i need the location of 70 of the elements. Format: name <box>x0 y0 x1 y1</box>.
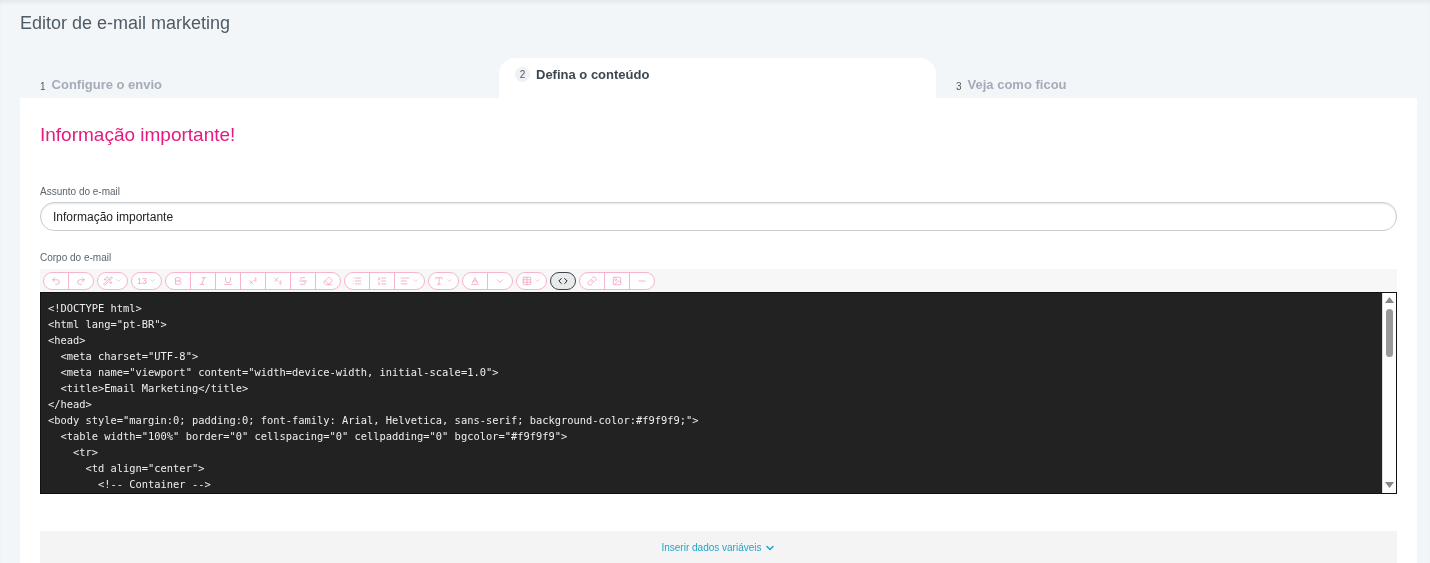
step-number: 2 <box>515 67 530 82</box>
bold-icon <box>173 275 183 286</box>
caret-icon <box>534 277 541 284</box>
undo-icon <box>51 275 61 286</box>
step-tab[interactable]: 3 Veja como ficou <box>936 58 1417 92</box>
redo-icon <box>76 275 86 286</box>
superscript-icon <box>248 275 258 286</box>
image-icon <box>612 275 622 286</box>
step-label: Defina o conteúdo <box>536 67 650 82</box>
dropdown-button[interactable] <box>487 271 513 290</box>
step-label: Veja como ficou <box>967 77 1067 92</box>
code-editor[interactable] <box>40 292 1397 494</box>
step-tab[interactable]: 1 Configure o envio <box>20 58 499 92</box>
numbers-icon <box>377 275 387 286</box>
undo-button[interactable] <box>43 271 69 290</box>
bullets-icon <box>352 275 362 286</box>
rule-button[interactable] <box>629 271 655 290</box>
table-icon <box>522 275 532 286</box>
field-label: Corpo do e-mail <box>40 252 113 263</box>
caret-icon <box>115 277 122 284</box>
redo-button[interactable] <box>68 271 94 290</box>
field-label: Assunto do e-mail <box>40 186 122 197</box>
color-button[interactable] <box>462 271 488 290</box>
heading-button[interactable] <box>428 271 459 290</box>
code-line: <td align="center"> <box>84 461 206 476</box>
image-button[interactable] <box>604 271 630 290</box>
code-line: <head> <box>48 333 87 348</box>
caret-icon <box>446 277 453 284</box>
code-line: <table width="100%" border="0" cellspacing="0" cellpadding="0" bgcolor="#f9f9f9"> <box>59 429 569 444</box>
link-icon <box>587 275 597 286</box>
bullets-button[interactable] <box>344 271 370 290</box>
message-heading: Informação importante! <box>40 124 237 146</box>
style-button[interactable] <box>97 271 128 290</box>
underline-button[interactable] <box>215 271 241 290</box>
color-icon <box>470 275 480 286</box>
code-line: <title>Email Marketing</title> <box>59 381 250 396</box>
step-number: 3 <box>956 81 962 92</box>
code-line: <!-- Container --> <box>97 477 212 492</box>
italic-icon <box>198 275 208 286</box>
numbers-button[interactable] <box>369 271 395 290</box>
style-icon <box>103 275 113 286</box>
superscript-button[interactable] <box>240 271 266 290</box>
subscript-button[interactable] <box>265 271 291 290</box>
subscript-icon <box>273 275 283 286</box>
caret-icon <box>412 277 419 284</box>
code-line: </head> <box>48 397 93 412</box>
caret-icon <box>149 277 156 284</box>
step-tab[interactable]: 2 Defina o conteúdo <box>499 58 936 98</box>
code-line: <tr> <box>72 445 100 460</box>
bold-button[interactable] <box>165 271 191 290</box>
align-button[interactable] <box>394 271 425 290</box>
code-icon <box>558 275 568 286</box>
eraser-icon <box>323 275 333 286</box>
code-button[interactable] <box>550 271 576 290</box>
code-line: <!DOCTYPE html> <box>48 301 143 316</box>
eraser-button[interactable] <box>315 271 341 290</box>
heading-icon <box>434 275 444 286</box>
code-line: <meta name="viewport" content="width=device-width, initial-scale=1.0"> <box>59 365 500 380</box>
subject-field[interactable]: Informação importante <box>40 202 1397 231</box>
strike-icon <box>298 275 308 286</box>
italic-button[interactable] <box>190 271 216 290</box>
code-line: <html lang="pt-BR"> <box>48 317 168 332</box>
align-icon <box>400 275 410 286</box>
code-line: <meta charset="UTF-8"> <box>59 349 200 364</box>
code-line: <body style="margin:0; padding:0; font-family: Arial, Helvetica, sans-serif; background-color:#f9f9f9;"> <box>48 413 700 428</box>
page-title: Editor de e-mail marketing <box>20 13 232 34</box>
step-label: Configure o envio <box>51 77 163 92</box>
step-number: 1 <box>40 81 46 92</box>
strike-button[interactable] <box>290 271 316 290</box>
underline-icon <box>223 275 233 286</box>
